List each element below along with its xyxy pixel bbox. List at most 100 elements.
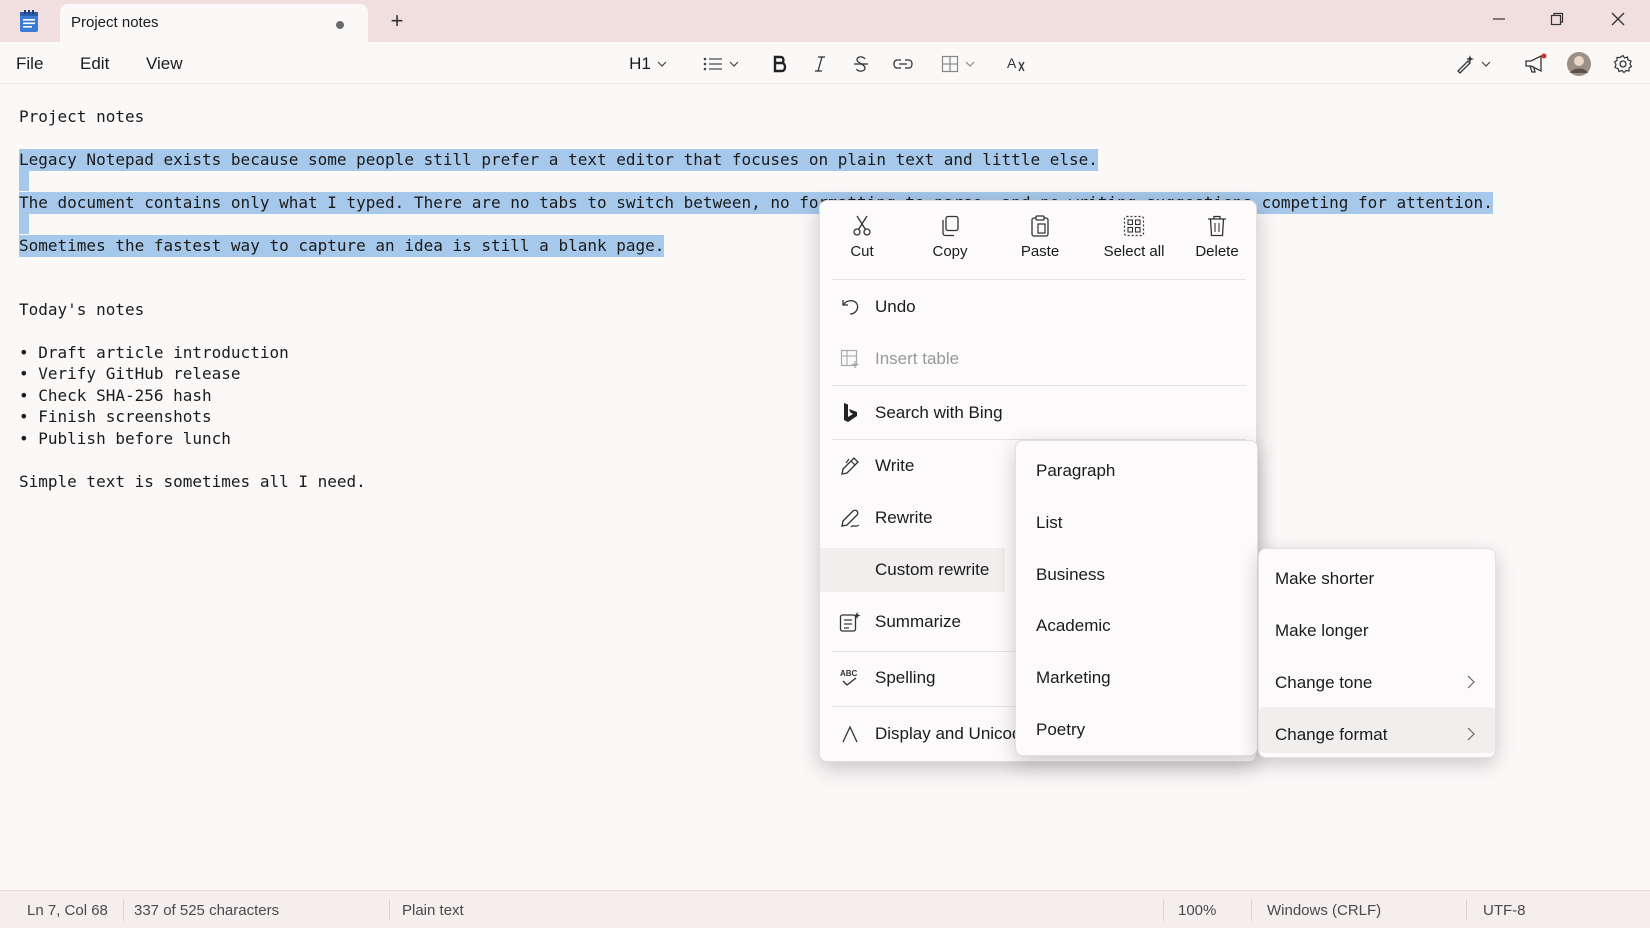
document-title-line: Project notes bbox=[19, 107, 145, 126]
chevron-down-icon bbox=[729, 61, 739, 67]
unsaved-indicator-icon[interactable] bbox=[336, 21, 344, 29]
status-divider bbox=[1466, 899, 1467, 921]
avatar-icon bbox=[1567, 52, 1591, 76]
minimize-button[interactable] bbox=[1472, 0, 1526, 38]
status-divider bbox=[123, 899, 124, 921]
undo-icon bbox=[838, 295, 862, 319]
trash-icon bbox=[1208, 215, 1226, 237]
search-with-bing-label: Search with Bing bbox=[875, 403, 1003, 422]
undo-menu-item[interactable]: Undo bbox=[820, 285, 1005, 329]
heading-dropdown[interactable]: H1 bbox=[624, 50, 672, 78]
spelling-menu-item[interactable]: ABC Spelling bbox=[820, 656, 1005, 700]
chevron-down-icon bbox=[965, 61, 975, 67]
cursor-position: Ln 7, Col 68 bbox=[27, 902, 108, 919]
make-shorter-item[interactable]: Make shorter bbox=[1275, 569, 1374, 589]
format-business-item[interactable]: Business bbox=[1036, 565, 1105, 585]
new-tab-button[interactable]: + bbox=[385, 8, 409, 34]
todays-notes-heading: Today's notes bbox=[19, 300, 145, 319]
chevron-down-icon bbox=[657, 61, 667, 67]
zoom-level[interactable]: 100% bbox=[1178, 902, 1216, 919]
account-avatar[interactable] bbox=[1565, 50, 1593, 78]
paste-button[interactable]: Paste bbox=[1000, 213, 1080, 273]
list-item: • Verify GitHub release bbox=[19, 364, 241, 383]
custom-rewrite-menu-item[interactable]: Custom rewrite bbox=[820, 548, 1005, 592]
change-format-item[interactable]: Change format bbox=[1275, 725, 1387, 745]
bold-icon bbox=[773, 55, 787, 73]
menu-bar: File Edit View H1 A bbox=[0, 42, 1650, 84]
format-academic-item[interactable]: Academic bbox=[1036, 616, 1111, 636]
change-tone-item[interactable]: Change tone bbox=[1275, 673, 1372, 693]
write-menu-item[interactable]: Write bbox=[820, 444, 1005, 488]
status-divider bbox=[1251, 899, 1252, 921]
summarize-menu-item[interactable]: Summarize bbox=[820, 600, 1005, 644]
select-all-button[interactable]: Select all bbox=[1088, 213, 1180, 273]
list-dropdown[interactable] bbox=[698, 50, 744, 78]
strikethrough-button[interactable] bbox=[849, 50, 873, 78]
status-divider bbox=[1163, 899, 1164, 921]
close-window-button[interactable] bbox=[1591, 0, 1645, 38]
heading-label: H1 bbox=[629, 54, 651, 73]
svg-text:ABC: ABC bbox=[840, 669, 858, 678]
chevron-down-icon bbox=[1481, 61, 1491, 67]
selected-text-line-2: The document contains only what I typed.… bbox=[19, 192, 1493, 214]
insert-table-icon bbox=[838, 347, 862, 371]
tab-project-notes[interactable]: Project notes bbox=[60, 4, 368, 42]
gear-icon bbox=[1613, 54, 1633, 74]
chevron-right-icon bbox=[1467, 727, 1475, 741]
copy-label: Copy bbox=[932, 243, 968, 260]
select-all-icon bbox=[1123, 215, 1145, 237]
insert-table-menu-item[interactable]: Insert table bbox=[820, 337, 1005, 381]
cut-button[interactable]: Cut bbox=[822, 213, 902, 273]
paste-icon bbox=[1031, 215, 1049, 237]
title-bar: Project notes + bbox=[0, 0, 1650, 42]
list-item: • Finish screenshots bbox=[19, 407, 212, 426]
close-icon bbox=[1611, 12, 1625, 26]
status-divider bbox=[389, 899, 390, 921]
copilot-dropdown[interactable] bbox=[1450, 50, 1496, 78]
cut-label: Cut bbox=[850, 243, 874, 260]
link-icon bbox=[893, 59, 913, 69]
table-dropdown[interactable] bbox=[935, 50, 981, 78]
format-poetry-item[interactable]: Poetry bbox=[1036, 720, 1085, 740]
summarize-label: Summarize bbox=[875, 612, 961, 631]
display-unicode-menu-item[interactable]: Display and Unicode bbox=[820, 712, 1031, 756]
encoding[interactable]: UTF-8 bbox=[1483, 902, 1526, 919]
restore-button[interactable] bbox=[1530, 0, 1584, 38]
search-with-bing-menu-item[interactable]: Search with Bing bbox=[820, 391, 1005, 435]
write-pen-icon bbox=[838, 454, 862, 478]
menu-edit[interactable]: Edit bbox=[80, 54, 109, 74]
display-unicode-label: Display and Unicode bbox=[875, 724, 1031, 743]
copy-icon bbox=[942, 215, 959, 237]
italic-icon bbox=[815, 56, 825, 72]
format-paragraph-item[interactable]: Paragraph bbox=[1036, 461, 1115, 481]
rewrite-label: Rewrite bbox=[875, 508, 933, 527]
line-endings[interactable]: Windows (CRLF) bbox=[1267, 902, 1381, 919]
menu-view[interactable]: View bbox=[146, 54, 183, 74]
clear-formatting-button[interactable]: A bbox=[1004, 50, 1030, 78]
character-count: 337 of 525 characters bbox=[134, 902, 280, 919]
copy-button[interactable]: Copy bbox=[910, 213, 990, 273]
restore-icon bbox=[1550, 12, 1564, 26]
spelling-check-icon: ABC bbox=[838, 666, 862, 690]
settings-button[interactable] bbox=[1610, 50, 1636, 78]
notepad-app-icon bbox=[18, 9, 40, 33]
delete-button[interactable]: Delete bbox=[1177, 213, 1257, 273]
menu-file[interactable]: File bbox=[16, 54, 43, 74]
rewrite-menu-item[interactable]: Rewrite bbox=[820, 496, 1005, 540]
select-all-label: Select all bbox=[1103, 243, 1165, 260]
format-mode[interactable]: Plain text bbox=[402, 902, 464, 919]
selection-blank-line bbox=[19, 170, 29, 191]
bold-button[interactable] bbox=[768, 50, 792, 78]
sparkle-pen-icon bbox=[1457, 55, 1474, 74]
make-longer-item[interactable]: Make longer bbox=[1275, 621, 1369, 641]
selected-text-line-3: Sometimes the fastest way to capture an … bbox=[19, 235, 665, 257]
format-list-item[interactable]: List bbox=[1036, 513, 1062, 533]
format-marketing-item[interactable]: Marketing bbox=[1036, 668, 1111, 688]
link-button[interactable] bbox=[890, 50, 916, 78]
italic-button[interactable] bbox=[808, 50, 832, 78]
menu-divider bbox=[832, 385, 1246, 386]
bing-icon bbox=[838, 401, 862, 425]
list-item: • Publish before lunch bbox=[19, 429, 231, 448]
announcements-button[interactable] bbox=[1522, 50, 1550, 78]
megaphone-icon bbox=[1525, 53, 1547, 73]
